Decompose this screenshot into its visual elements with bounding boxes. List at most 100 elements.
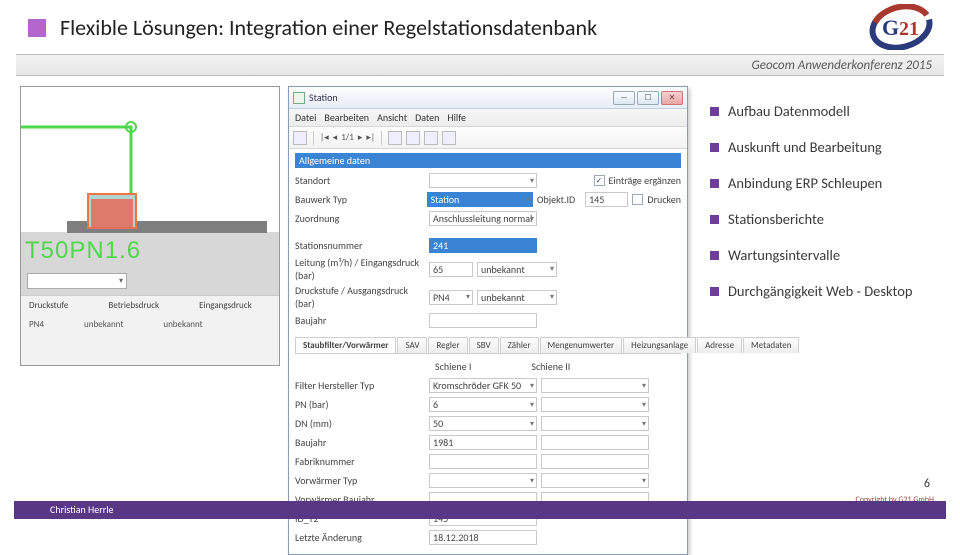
baujahr-field[interactable] [429, 313, 537, 328]
druckstufe-note-field[interactable]: unbekannt [477, 290, 557, 305]
menubar: Datei Bearbeiten Ansicht Daten Hilfe [289, 109, 687, 127]
zuordnung-label: Zuordnung [295, 212, 425, 225]
window-titlebar[interactable]: Station — ☐ ✕ [289, 87, 687, 109]
window-title: Station [309, 91, 338, 104]
menu-bearbeiten[interactable]: Bearbeiten [324, 111, 369, 124]
bullet-icon [710, 179, 719, 188]
bullet-item: Durchgängigkeit Web - Desktop [728, 282, 913, 300]
leitung-field[interactable]: 65 [429, 262, 473, 277]
baujahr-label: Baujahr [295, 314, 425, 327]
pn-field-2[interactable] [541, 397, 649, 412]
d-baujahr-field[interactable]: 1981 [429, 435, 537, 450]
pn-field[interactable]: 6 [429, 397, 537, 412]
nav-next-icon[interactable]: ▸ [358, 132, 363, 143]
druckstufe-field[interactable]: PN4 [429, 290, 473, 305]
menu-ansicht[interactable]: Ansicht [377, 111, 407, 124]
vorw-typ-field-2[interactable] [541, 473, 649, 488]
toolbar-icon-5[interactable] [442, 131, 456, 145]
tab-heizung[interactable]: Heizungsanlage [623, 337, 696, 353]
dn-label: DN (mm) [295, 417, 425, 430]
map-preview: T50PN1.6 ▾ Druckstufe Betriebsdruck Eing… [20, 86, 280, 366]
filter-field[interactable]: Kromschröder GFK 50 [429, 378, 537, 393]
dn-field[interactable]: 50 [429, 416, 537, 431]
picker-icon[interactable] [541, 239, 555, 253]
druckstufe-label: Druckstufe / Ausgangsdruck (bar) [295, 284, 425, 310]
map-col2-val: unbekannt [84, 319, 123, 330]
bullet-item: Wartungsintervalle [728, 246, 840, 264]
standort-label: Standort [295, 174, 425, 187]
vorw-typ-label: Vorwärmer Typ [295, 474, 425, 487]
svg-text:G: G [882, 15, 899, 40]
map-col1-val: PN4 [29, 319, 44, 330]
fabrik-field-2[interactable] [541, 454, 649, 469]
nav-position: 1/1 [341, 132, 354, 143]
fabrik-label: Fabriknummer [295, 455, 425, 468]
toolbar-icon[interactable] [293, 131, 307, 145]
standort-field[interactable] [429, 173, 537, 188]
bullet-icon [710, 251, 719, 260]
vorw-typ-field[interactable] [429, 473, 537, 488]
map-dropdown[interactable]: ▾ [27, 273, 127, 289]
window-app-icon [293, 92, 305, 104]
window-minimize-icon[interactable]: — [613, 91, 635, 105]
window-maximize-icon[interactable]: ☐ [637, 91, 659, 105]
d-baujahr-field-2[interactable] [541, 435, 649, 450]
menu-hilfe[interactable]: Hilfe [447, 111, 466, 124]
tab-zaehler[interactable]: Zähler [500, 337, 539, 353]
window-close-icon[interactable]: ✕ [661, 91, 683, 105]
map-col3-hdr: Eingangsdruck [199, 300, 252, 311]
objektid-label: Objekt.ID [537, 193, 581, 206]
toolbar: |◂ ◂ 1/1 ▸ ▸| [289, 127, 687, 149]
tab-bar: Staubfilter/Vorwärmer SAV Regler SBV Zäh… [295, 337, 681, 354]
tab-staubfilter[interactable]: Staubfilter/Vorwärmer [295, 337, 396, 353]
letzte-field: 18.12.2018 [429, 530, 537, 545]
nav-last-icon[interactable]: ▸| [366, 132, 375, 143]
bullet-item: Aufbau Datenmodell [728, 102, 850, 120]
tab-sav[interactable]: SAV [397, 337, 427, 353]
tab-regler[interactable]: Regler [428, 337, 467, 353]
menu-datei[interactable]: Datei [295, 111, 316, 124]
page-number: 6 [924, 477, 930, 491]
toolbar-icon-4[interactable] [424, 131, 438, 145]
filter-field-2[interactable] [541, 378, 649, 393]
bullet-icon [710, 143, 719, 152]
bullet-item: Auskunft und Bearbeitung [728, 138, 882, 156]
zuordnung-field[interactable]: Anschlussleitung normal [429, 211, 537, 226]
leitung-label: Leitung (m³/h) / Eingangsdruck (bar) [295, 256, 425, 282]
schiene1-label: Schiene I [435, 360, 471, 373]
objektid-field[interactable]: 145 [585, 192, 628, 207]
bullet-item: Anbindung ERP Schleupen [728, 174, 882, 192]
entries-label[interactable]: Einträge ergänzen [609, 174, 681, 187]
nav-prev-icon[interactable]: ◂ [333, 132, 338, 143]
nav-first-icon[interactable]: |◂ [320, 132, 329, 143]
bauwerktyp-field[interactable]: Station [427, 192, 533, 207]
tab-mengenumwerter[interactable]: Mengenumwerter [540, 337, 623, 353]
station-window: Station — ☐ ✕ Datei Bearbeiten Ansicht D… [288, 86, 688, 555]
subtitle-text: Geocom Anwenderkonferenz 2015 [752, 58, 932, 73]
map-info-panel: Druckstufe Betriebsdruck Eingangsdruck P… [21, 295, 279, 365]
fabrik-field[interactable] [429, 454, 537, 469]
toolbar-icon-2[interactable] [388, 131, 402, 145]
stationsnr-field[interactable]: 241 [429, 238, 537, 253]
pn-label: PN (bar) [295, 398, 425, 411]
section-header: Allgemeine daten [295, 153, 681, 168]
map-col2-hdr: Betriebsdruck [108, 300, 159, 311]
bauwerktyp-label: Bauwerk Typ [295, 193, 423, 206]
map-label: T50PN1.6 [25, 237, 141, 265]
slide-title: Flexible Lösungen: Integration einer Reg… [60, 14, 597, 41]
g21-logo: G 21 [866, 4, 936, 53]
toolbar-icon-3[interactable] [406, 131, 420, 145]
print-label[interactable]: Drucken [647, 193, 681, 206]
menu-daten[interactable]: Daten [415, 111, 439, 124]
stationsnr-label: Stationsnummer [295, 239, 425, 252]
bullet-icon [710, 215, 719, 224]
print-checkbox[interactable] [632, 194, 643, 205]
leitung-note-field[interactable]: unbekannt [477, 262, 557, 277]
dn-field-2[interactable] [541, 416, 649, 431]
tab-sbv[interactable]: SBV [469, 337, 499, 353]
footer-bar [14, 501, 946, 519]
filter-label: Filter Hersteller Typ [295, 379, 425, 392]
letzte-label: Letzte Änderung [295, 531, 425, 544]
map-col1-hdr: Druckstufe [29, 300, 68, 311]
entries-checkbox[interactable]: ✓ [594, 175, 605, 186]
